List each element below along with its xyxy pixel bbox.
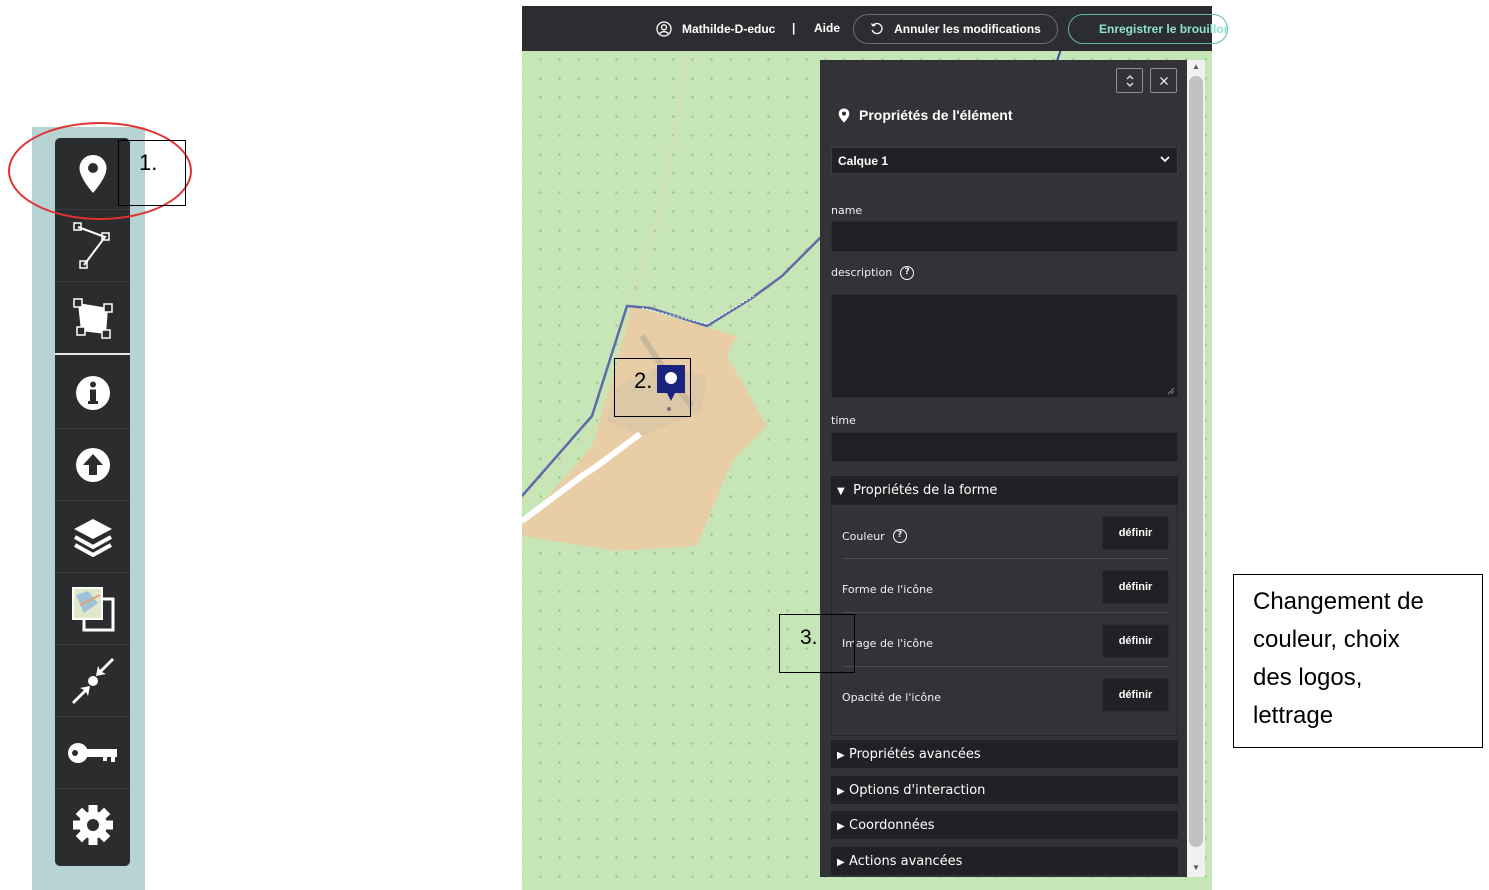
expand-icon (1126, 74, 1133, 87)
help-link[interactable]: Aide (814, 21, 840, 35)
info-icon (75, 375, 110, 410)
define-color-button[interactable]: définir (1102, 516, 1169, 550)
icon-image-label: Image de l'icône (842, 637, 933, 650)
share-tool[interactable] (55, 645, 130, 717)
polyline-icon (72, 221, 110, 269)
advanced-properties-header[interactable]: ▶ Propriétés avancées (831, 740, 1178, 768)
toolbar-separator (55, 353, 130, 355)
resize-handle-icon[interactable] (1167, 387, 1175, 395)
time-input[interactable] (831, 432, 1178, 462)
polygon-icon (72, 298, 113, 339)
layer-select-value: Calque 1 (838, 154, 889, 168)
undo-icon (871, 22, 883, 35)
shape-properties-title: Propriétés de la forme (853, 483, 998, 498)
user-icon (656, 20, 672, 37)
map-marker-icon (838, 108, 850, 122)
layers-tool[interactable] (55, 501, 130, 573)
help-icon[interactable]: ? (892, 529, 907, 543)
color-row: Couleur? définir (842, 505, 1169, 559)
cancel-changes-label: Annuler les modifications (894, 22, 1041, 36)
compress-arrows-icon (71, 657, 114, 704)
panel-title: Propriétés de l'élément (838, 107, 1013, 123)
username: Mathilde-D-educ (682, 21, 776, 36)
step-2-label: 2. (614, 358, 691, 417)
description-label: description (831, 266, 893, 279)
triangle-down-icon: ▼ (837, 486, 845, 497)
description-textarea[interactable] (831, 294, 1178, 398)
save-draft-button[interactable]: Enregistrer le brouillon (1068, 14, 1228, 44)
name-label: name (831, 204, 863, 217)
coordinates-title: Coordonnées (849, 818, 935, 833)
header-separator: | (792, 21, 796, 35)
map-tiles-icon (71, 586, 114, 631)
interaction-options-title: Options d'interaction (849, 783, 986, 798)
triangle-right-icon: ▶ (837, 786, 845, 797)
help-icon[interactable]: ? (900, 266, 915, 280)
icon-opacity-label: Opacité de l'icône (842, 691, 941, 704)
polygon-tool[interactable] (55, 282, 130, 354)
callout-line-3: des logos, (1253, 664, 1363, 691)
callout-line-4: lettrage (1253, 702, 1334, 729)
line-tool[interactable] (55, 210, 130, 282)
callout-line-1: Changement de (1253, 588, 1424, 615)
color-label-row: Couleur? (842, 529, 907, 543)
name-input[interactable] (831, 221, 1178, 252)
gear-icon (72, 805, 113, 845)
coordinates-header[interactable]: ▶ Coordonnées (831, 811, 1178, 839)
scroll-up-arrow-icon[interactable]: ▲ (1192, 62, 1200, 71)
shape-properties-header[interactable]: ▼ Propriétés de la forme (831, 476, 1178, 504)
import-tool[interactable] (55, 429, 130, 501)
edit-toolbar (55, 138, 130, 866)
close-icon (1159, 76, 1168, 85)
resize-panel-button[interactable] (1116, 68, 1143, 93)
info-tool[interactable] (55, 357, 130, 429)
panel-title-text: Propriétés de l'élément (859, 107, 1013, 123)
interaction-options-header[interactable]: ▶ Options d'interaction (831, 776, 1178, 804)
close-panel-button[interactable] (1150, 68, 1177, 93)
settings-tool[interactable] (55, 789, 130, 861)
triangle-right-icon: ▶ (837, 857, 845, 868)
user-menu[interactable]: Mathilde-D-educ (656, 6, 775, 51)
element-properties-panel: Propriétés de l'élément Calque 1 name de… (820, 60, 1187, 877)
permissions-tool[interactable] (55, 717, 130, 789)
advanced-actions-title: Actions avancées (849, 854, 963, 869)
triangle-right-icon: ▶ (837, 821, 845, 832)
define-icon-image-button[interactable]: définir (1102, 624, 1169, 658)
cancel-changes-button[interactable]: Annuler les modifications (853, 14, 1058, 44)
background-tool[interactable] (55, 573, 130, 645)
define-icon-opacity-button[interactable]: définir (1102, 678, 1169, 712)
define-icon-shape-button[interactable]: définir (1102, 570, 1169, 604)
step-3-label: 3. (779, 614, 855, 673)
triangle-right-icon: ▶ (837, 750, 845, 761)
layers-icon (73, 518, 112, 557)
icon-opacity-row: Opacité de l'icône définir (842, 667, 1169, 721)
time-label: time (831, 414, 856, 427)
panel-scrollbar-thumb[interactable] (1189, 76, 1203, 847)
layer-select[interactable]: Calque 1 (831, 147, 1178, 174)
chevron-down-icon (1160, 156, 1170, 163)
scroll-down-arrow-icon[interactable]: ▼ (1192, 863, 1200, 872)
icon-shape-row: Forme de l'icône définir (842, 559, 1169, 613)
advanced-actions-header[interactable]: ▶ Actions avancées (831, 847, 1178, 875)
color-label: Couleur (842, 530, 885, 543)
icon-image-row: Image de l'icône définir (842, 613, 1169, 667)
description-label-row: description? (831, 266, 915, 280)
step-1-label: 1. (118, 140, 186, 206)
save-draft-label: Enregistrer le brouillon (1099, 22, 1228, 36)
key-icon (67, 742, 117, 763)
shape-properties-body: Couleur? définir Forme de l'icône défini… (831, 504, 1178, 736)
upload-icon (75, 447, 110, 482)
advanced-properties-title: Propriétés avancées (849, 747, 981, 762)
explanation-callout: Changement de couleur, choix des logos, … (1233, 574, 1483, 748)
callout-line-2: couleur, choix (1253, 626, 1400, 653)
top-bar: Mathilde-D-educ | Aide Annuler les modif… (522, 6, 1228, 51)
icon-shape-label: Forme de l'icône (842, 583, 933, 596)
